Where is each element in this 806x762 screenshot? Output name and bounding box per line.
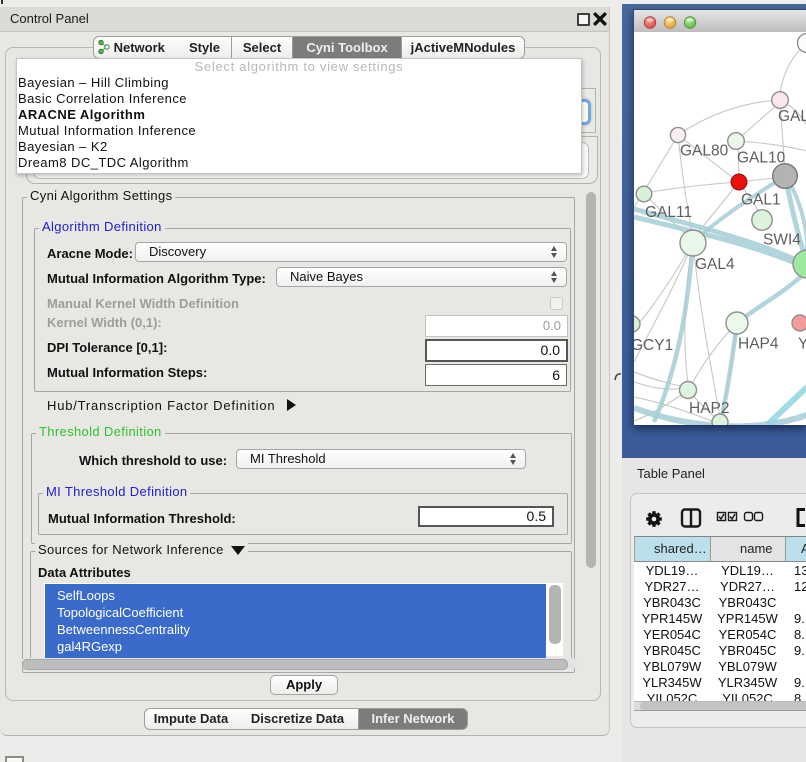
svg-text:Y: Y: [798, 336, 806, 353]
svg-text:HAP2: HAP2: [689, 400, 730, 417]
svg-text:GAL10: GAL10: [737, 150, 786, 167]
svg-text:GCY1: GCY1: [634, 337, 673, 354]
svg-text:GAL80: GAL80: [680, 143, 729, 160]
svg-text:GAL7: GAL7: [778, 108, 806, 125]
svg-text:GAL4: GAL4: [695, 256, 735, 273]
svg-text:GAL1: GAL1: [741, 192, 781, 209]
svg-text:GAL11: GAL11: [645, 204, 692, 221]
svg-text:HAP4: HAP4: [738, 336, 779, 353]
svg-text:SWI4: SWI4: [763, 232, 801, 249]
